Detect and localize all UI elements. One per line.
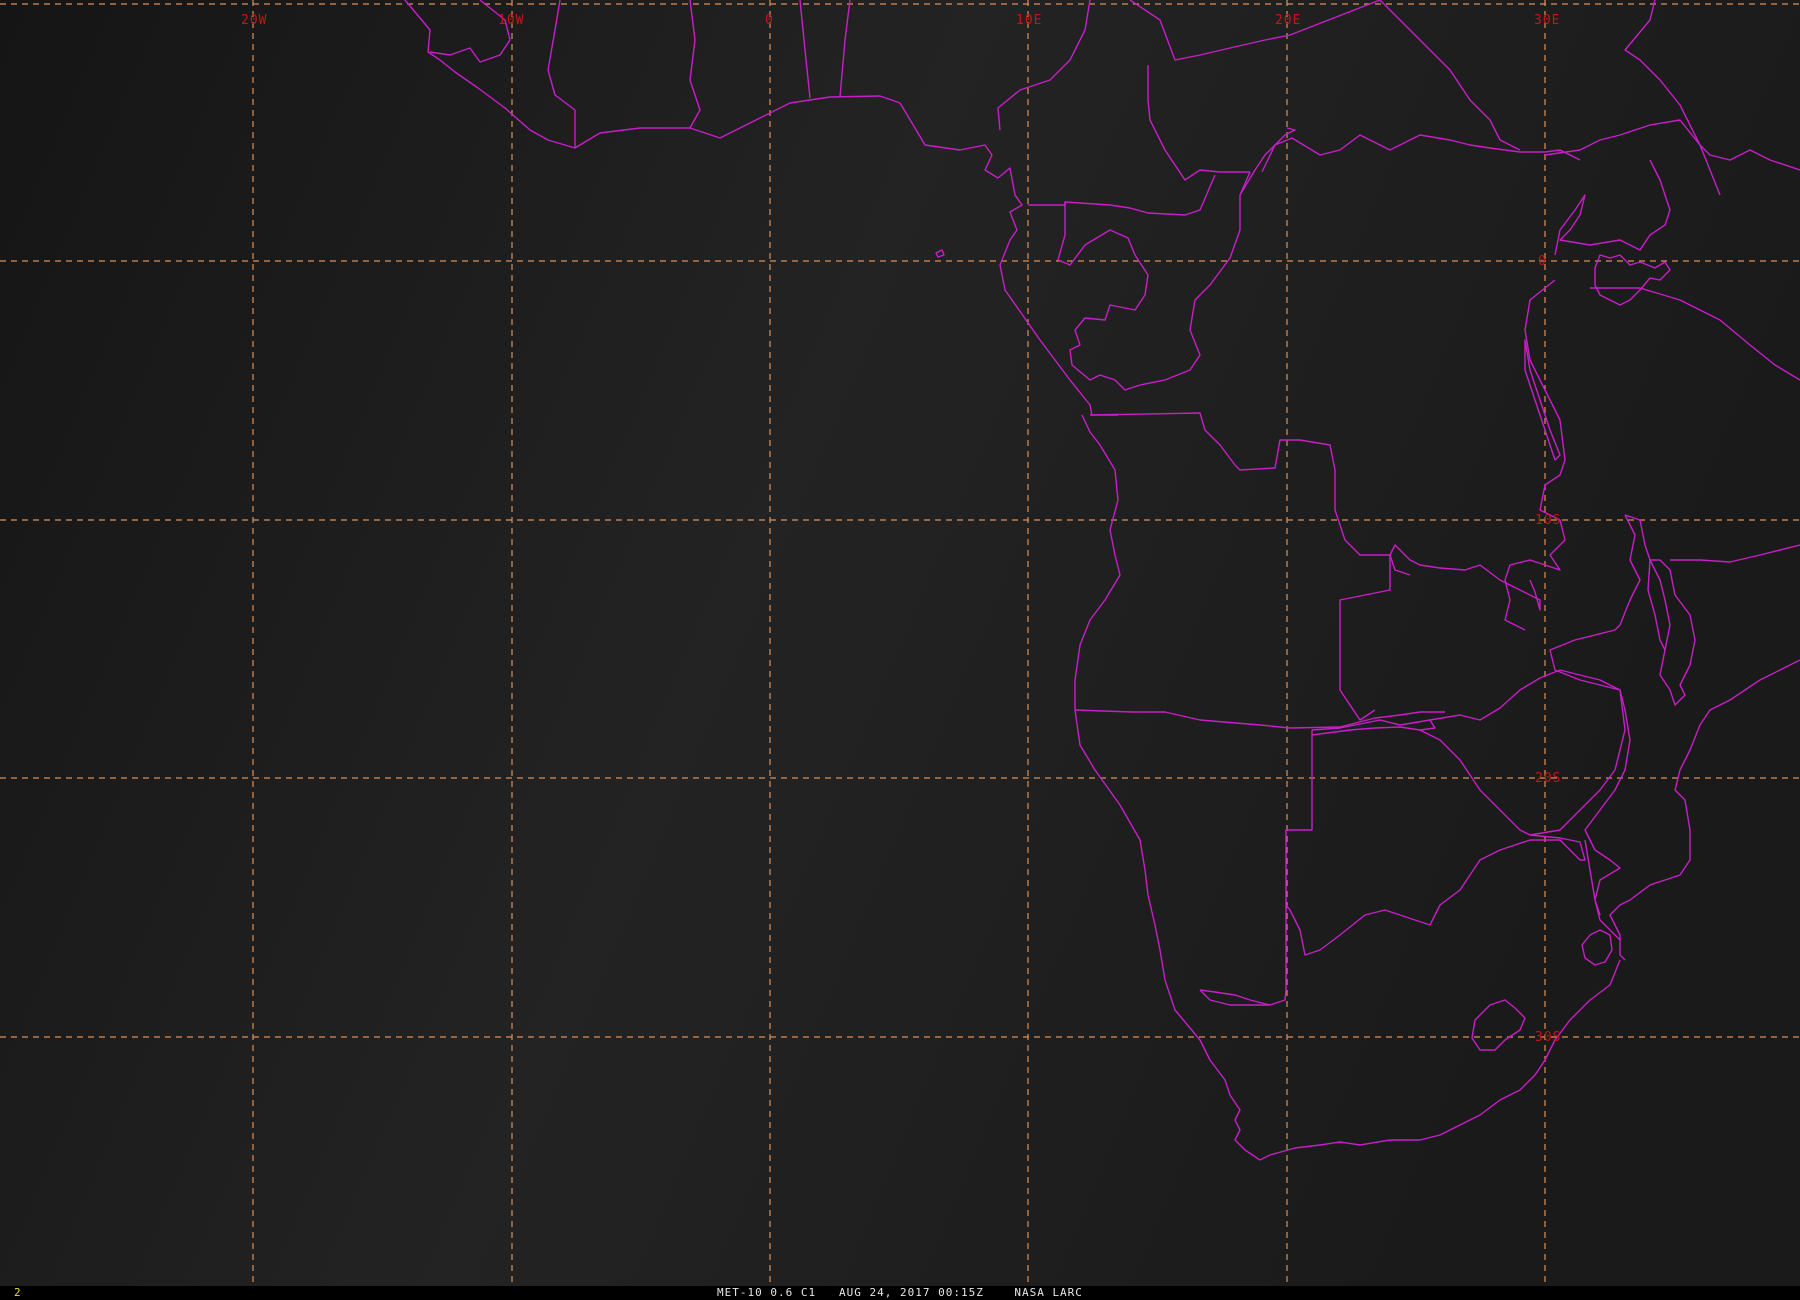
lon-label-20e: 20E [1275,13,1301,28]
lon-label-10w: 10W [498,13,524,28]
satellite-map: 20W 10W 0 10E 20E 30E 0 10S 20S 30S [0,0,1800,1286]
lat-label-20s: 20S [1535,771,1561,786]
lon-label-30e: 30E [1534,13,1560,28]
lon-label-0: 0 [765,13,774,28]
image-caption: MET-10 0.6 C1 AUG 24, 2017 00:15Z NASA L… [717,1286,1083,1299]
lon-label-10e: 10E [1016,13,1042,28]
lat-label-10s: 10S [1535,513,1561,528]
satellite-image-background [0,0,1800,1286]
lat-label-0: 0 [1538,254,1547,269]
lon-label-20w: 20W [241,13,267,28]
lat-label-30s: 30S [1535,1030,1561,1045]
